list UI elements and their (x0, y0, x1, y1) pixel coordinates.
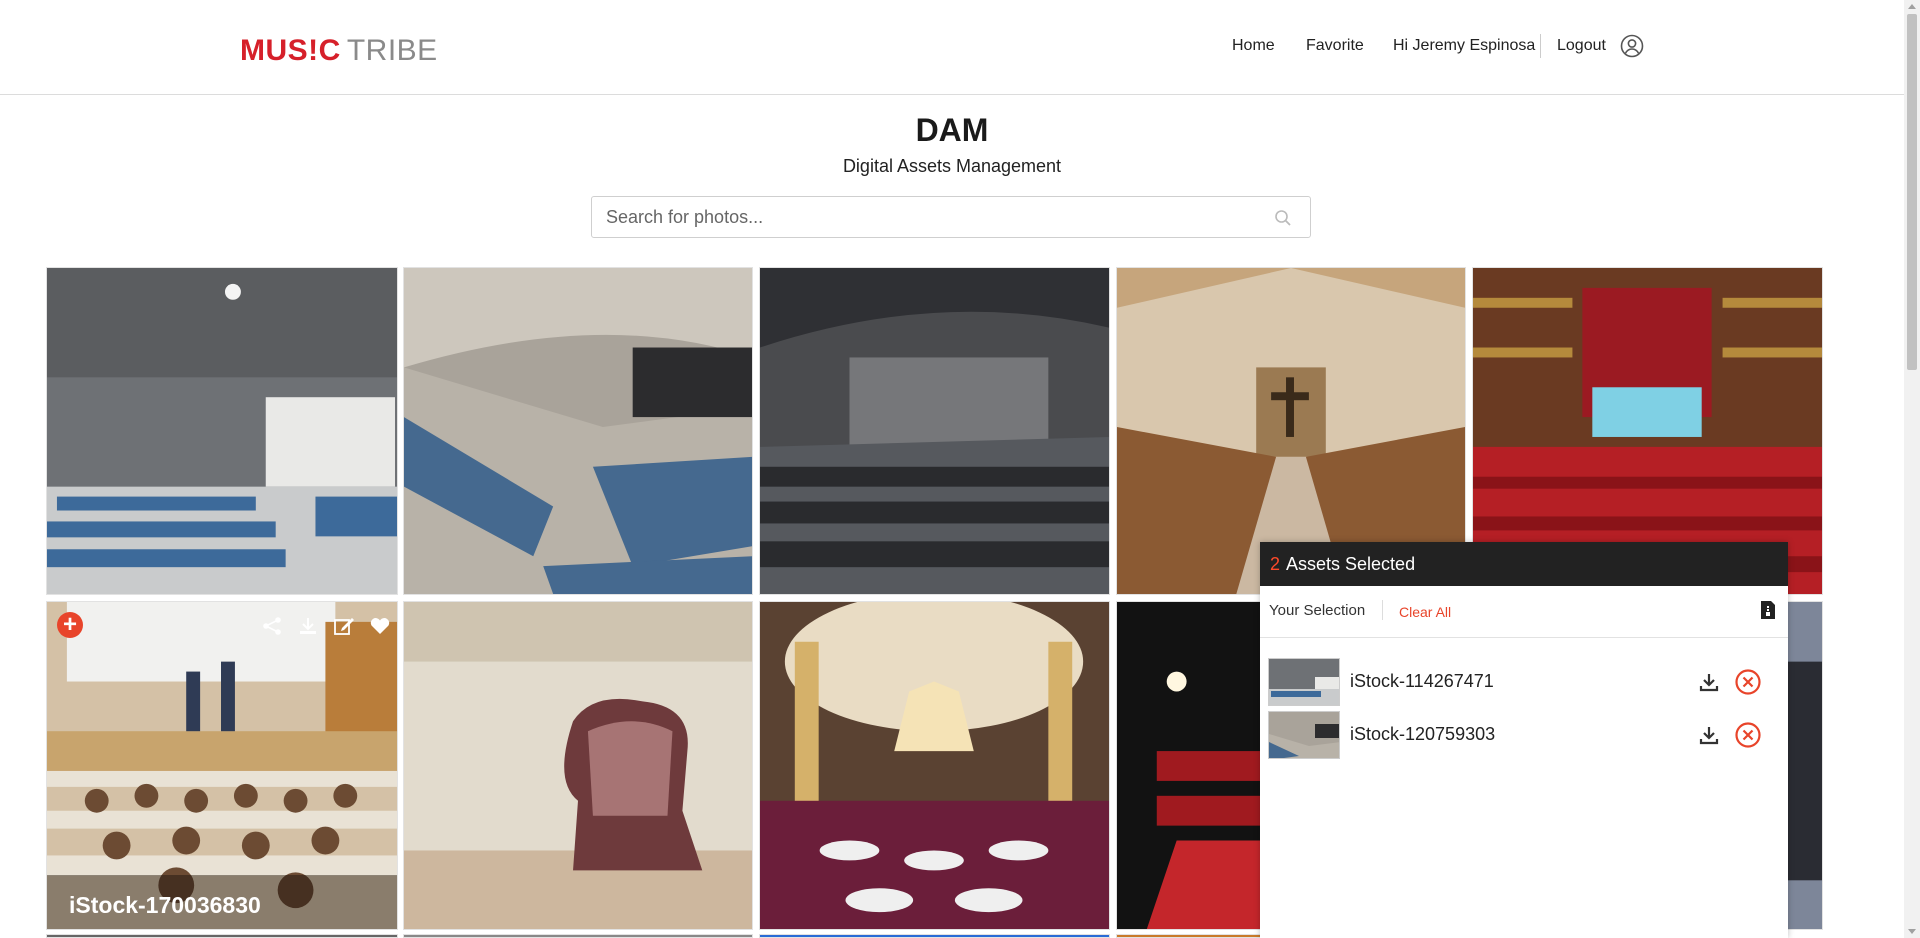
selection-panel: 2 Assets Selected Your Selection Clear Al… (1260, 542, 1788, 938)
asset-thumbnail-image (760, 268, 1109, 594)
zip-file-icon[interactable] (1760, 600, 1776, 620)
asset-tile[interactable] (403, 267, 753, 595)
asset-tile[interactable] (46, 934, 398, 938)
page-title: DAM (915, 112, 989, 148)
scrollbar-thumb[interactable] (1907, 14, 1917, 370)
remove-circle-icon[interactable] (1734, 668, 1762, 696)
site-header: MUS!C TRIBE Home Favorite Hi Jeremy Espin… (0, 0, 1904, 95)
tile-caption-text: iStock-170036830 (69, 892, 261, 918)
asset-tile-hovered[interactable]: + iStock-170036830 (46, 601, 398, 930)
nav-logout-link[interactable]: Logout (1557, 37, 1606, 55)
nav-home[interactable]: Home (1232, 34, 1275, 58)
download-icon[interactable] (1698, 671, 1720, 693)
nav-favorite-link[interactable]: Favorite (1306, 37, 1364, 55)
selection-heading: Assets Selected (1286, 554, 1416, 574)
selection-toolbar: Your Selection Clear All (1260, 586, 1788, 638)
download-icon[interactable] (297, 616, 319, 636)
edit-icon[interactable] (333, 616, 355, 636)
download-icon[interactable] (1698, 724, 1720, 746)
nav-favorite[interactable]: Favorite (1306, 34, 1364, 58)
search-input[interactable] (592, 197, 1252, 237)
search-box (591, 196, 1311, 238)
asset-thumbnail-image (47, 268, 397, 594)
musictribe-logo[interactable]: MUS!C TRIBE (240, 34, 438, 68)
asset-tile[interactable] (403, 934, 753, 938)
asset-tile[interactable] (46, 267, 398, 595)
toolbar-divider (1382, 600, 1383, 620)
nav-logout[interactable]: Logout (1557, 34, 1606, 58)
asset-tile[interactable] (759, 267, 1110, 595)
logo-part-tribe: TRIBE (346, 34, 438, 67)
logo-part-music: MUS!C (240, 34, 341, 67)
page-subtitle: Digital Assets Management (842, 156, 1062, 176)
selected-asset-item: iStock-120759303 (1268, 711, 1780, 759)
tile-actions (261, 616, 391, 636)
asset-thumbnail-image (404, 602, 752, 929)
selected-asset-name: iStock-114267471 (1350, 671, 1494, 691)
user-circle-icon[interactable] (1620, 34, 1644, 58)
page-scrollbar[interactable] (1904, 0, 1920, 938)
user-greeting: Hi Jeremy Espinosa (1393, 34, 1535, 58)
clear-all-button[interactable]: Clear All (1399, 604, 1451, 620)
add-to-selection-button[interactable]: + (57, 612, 83, 638)
heart-icon[interactable] (369, 616, 391, 636)
remove-circle-icon[interactable] (1734, 721, 1762, 749)
asset-tile[interactable] (759, 601, 1110, 930)
selected-asset-name: iStock-120759303 (1350, 724, 1496, 744)
selected-asset-thumbnail (1268, 658, 1340, 706)
nav-home-link[interactable]: Home (1232, 37, 1275, 55)
tile-caption: iStock-170036830 (47, 875, 397, 929)
scroll-up-arrow-icon[interactable] (1908, 4, 1916, 9)
selection-count: 2 (1270, 554, 1281, 574)
asset-thumbnail-image (760, 602, 1109, 929)
selected-asset-thumbnail (1268, 711, 1340, 759)
your-selection-label: Your Selection (1269, 602, 1366, 619)
selection-panel-header: 2 Assets Selected (1260, 542, 1788, 586)
user-greeting-text: Hi Jeremy Espinosa (1393, 37, 1536, 54)
asset-tile[interactable] (759, 934, 1110, 938)
selected-asset-item: iStock-114267471 (1268, 658, 1780, 706)
nav-divider (1540, 34, 1541, 58)
asset-tile[interactable] (403, 601, 753, 930)
scroll-down-arrow-icon[interactable] (1908, 929, 1916, 934)
search-icon[interactable] (1274, 209, 1292, 227)
asset-thumbnail-image (404, 268, 752, 594)
share-icon[interactable] (261, 616, 283, 636)
